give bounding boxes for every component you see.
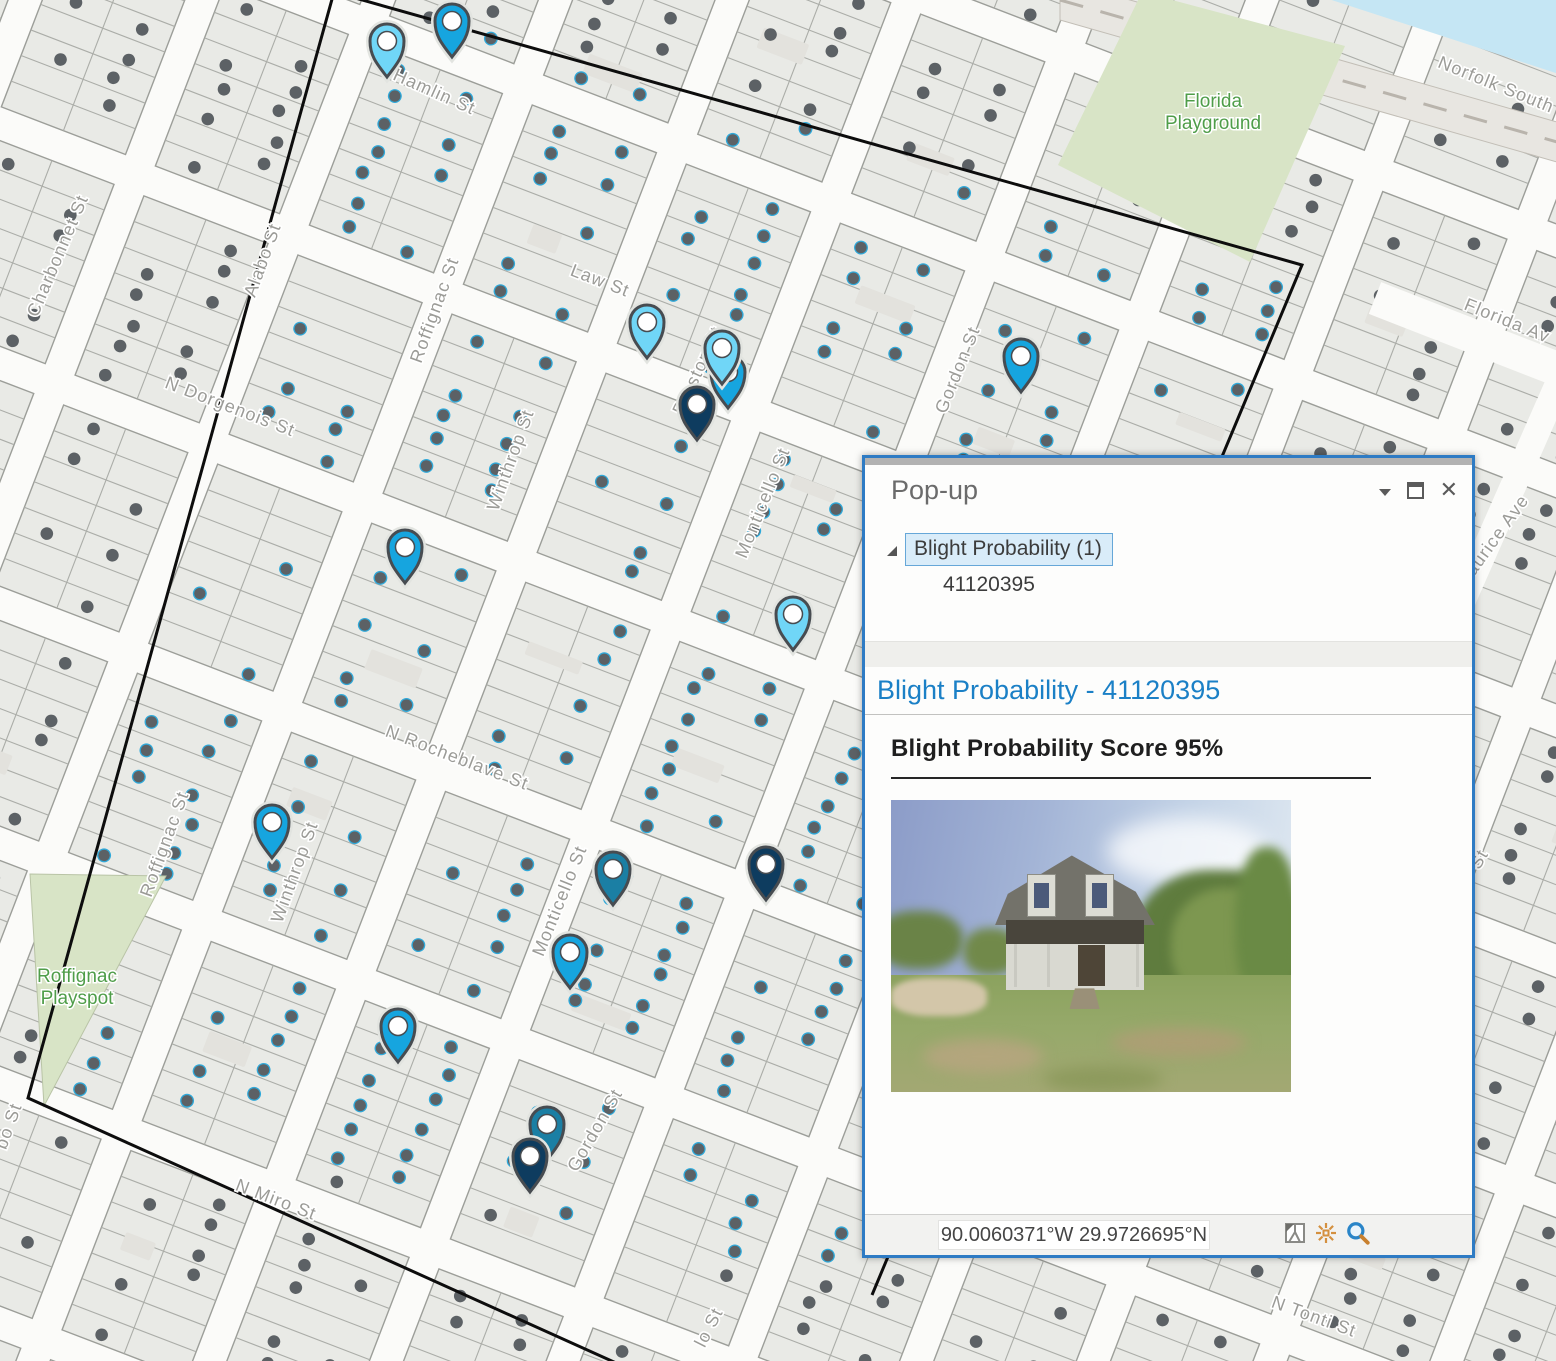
tree-layer-label[interactable]: Blight Probability (1) [905, 533, 1113, 566]
georeference-gear-icon[interactable] [1314, 1221, 1338, 1245]
photo-bushes-left [891, 910, 963, 970]
tree-feature-item[interactable]: 41120395 [943, 573, 1035, 597]
photo-window [1033, 882, 1050, 909]
attachment-photo [891, 800, 1291, 1092]
tree-expander-icon[interactable] [887, 546, 897, 556]
photo-door [1077, 945, 1106, 986]
pane-divider-band [865, 641, 1472, 668]
popup-section-header-text: Blight Probability - 41120395 [877, 675, 1221, 705]
photo-porch-post [1047, 943, 1051, 987]
pane-close-icon[interactable]: ✕ [1440, 479, 1458, 501]
photo-porch-shadow [1006, 919, 1144, 944]
photo-house [995, 855, 1155, 1010]
popup-pane: Pop-up ✕ Blight Probability (1) 41120395… [862, 455, 1475, 1258]
photo-dirt-path [891, 978, 987, 1017]
popup-section-header: Blight Probability - 41120395 [865, 667, 1472, 715]
coordinates-readout[interactable]: 90.0060371°W 29.9726695°N [938, 1220, 1210, 1250]
photo-window [1091, 882, 1107, 909]
content-rule [891, 777, 1371, 779]
popup-content-title: Blight Probability Score 95% [891, 735, 1224, 762]
pane-header: Pop-up ✕ [865, 465, 1472, 515]
photo-grass-patch [1111, 1027, 1247, 1057]
photo-house-body [1006, 919, 1144, 1010]
photo-dormer-right [1084, 874, 1114, 917]
photo-grass-patch [1043, 1065, 1163, 1092]
popup-footer: 90.0060371°W 29.9726695°N [865, 1214, 1472, 1255]
photo-porch-post [1135, 943, 1139, 987]
search-icon[interactable] [1345, 1220, 1371, 1246]
select-features-icon[interactable] [1283, 1221, 1307, 1245]
pane-maximize-icon[interactable] [1406, 481, 1424, 499]
map-stage: Hamlin St Law St Charbonnet St N Dorgenois … [0, 0, 1556, 1361]
photo-dormer-left [1027, 874, 1057, 917]
pane-menu-icon[interactable] [1378, 488, 1391, 496]
park-label: Roffignac Playspot [37, 966, 117, 1009]
popup-content: Blight Probability Score 95% [865, 715, 1472, 1215]
pane-top-strip [865, 458, 1472, 465]
photo-porch-post [1014, 943, 1018, 987]
pane-title: Pop-up [891, 475, 979, 505]
photo-house-roof [995, 855, 1155, 926]
